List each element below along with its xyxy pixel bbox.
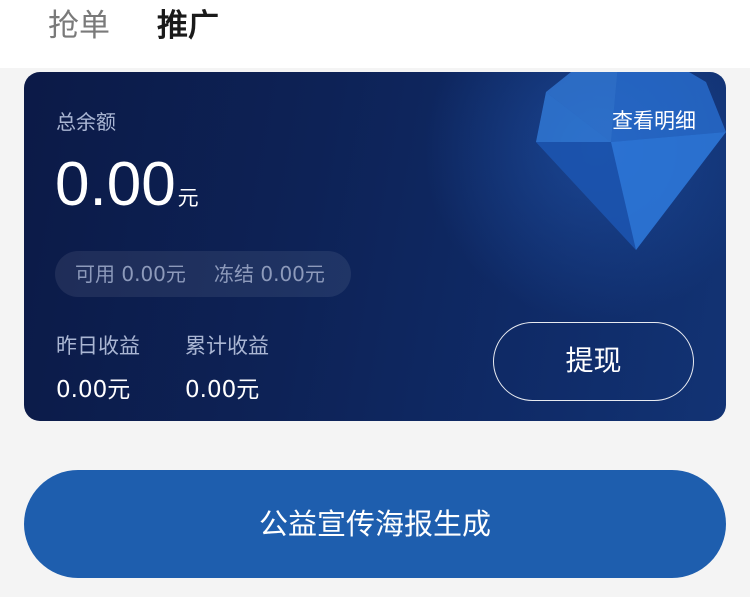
cumulative-earnings-value: 0.00元 bbox=[185, 377, 260, 403]
diamond-icon bbox=[536, 72, 726, 250]
generate-poster-button[interactable]: 公益宣传海报生成 bbox=[24, 470, 726, 578]
yesterday-earnings-value: 0.00元 bbox=[56, 377, 131, 403]
available-balance: 可用 0.00元 bbox=[75, 262, 186, 286]
tab-promotion[interactable]: 推广 bbox=[157, 4, 219, 48]
balance-unit: 元 bbox=[177, 187, 199, 210]
balance-amount: 0.00 bbox=[55, 150, 176, 219]
balance-breakdown: 可用 0.00元 冻结 0.00元 bbox=[55, 251, 351, 297]
withdraw-button[interactable]: 提现 bbox=[493, 322, 694, 401]
balance-card: 总余额 查看明细 0.00元 可用 0.00元 冻结 0.00元 昨日收益 0.… bbox=[24, 72, 726, 421]
cumulative-earnings-label: 累计收益 bbox=[185, 334, 269, 358]
tab-grab-order[interactable]: 抢单 bbox=[48, 4, 110, 48]
total-balance-label: 总余额 bbox=[56, 110, 116, 134]
view-details-link[interactable]: 查看明细 bbox=[612, 105, 696, 135]
frozen-balance: 冻结 0.00元 bbox=[214, 262, 325, 286]
top-tab-bar: 抢单 推广 bbox=[0, 0, 750, 68]
yesterday-earnings-label: 昨日收益 bbox=[56, 334, 140, 358]
total-balance: 0.00元 bbox=[55, 150, 199, 220]
